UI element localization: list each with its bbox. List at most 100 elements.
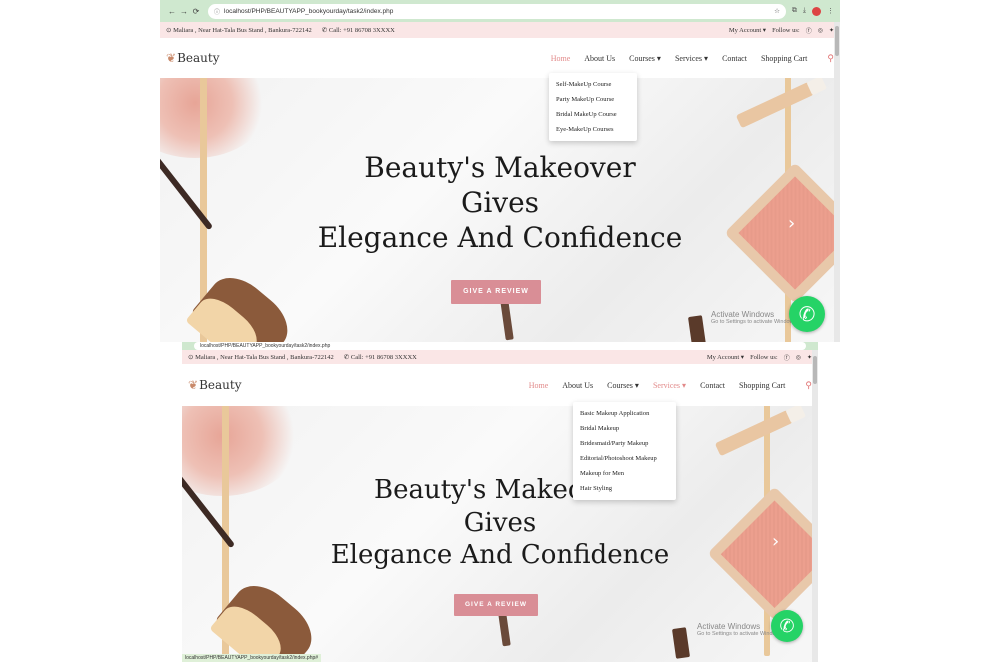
page-scrollbar[interactable] — [812, 350, 818, 662]
dropdown-item[interactable]: Editorial/Photoshoot Makeup — [573, 451, 676, 466]
back-icon[interactable]: ← — [166, 7, 178, 16]
activate-windows-watermark: Activate Windows Go to Settings to activ… — [711, 310, 798, 325]
map-pin-icon: ⊙ — [166, 27, 172, 34]
phone-icon: ✆ — [343, 354, 350, 361]
map-pin-icon: ⊙ — [188, 354, 194, 361]
nav-services[interactable]: Services ▾ — [653, 381, 686, 390]
courses-dropdown: Self-MakeUp Course Party MakeUp Course B… — [549, 73, 637, 141]
my-account-dropdown[interactable]: My Account ▾ — [707, 353, 744, 361]
address-info: ⊙ Maliara , Near Hat-Tala Bus Stand , Ba… — [188, 353, 334, 361]
dropdown-item[interactable]: Hair Styling — [573, 481, 676, 496]
reload-icon[interactable]: ⟳ — [190, 7, 202, 16]
activate-sub: Go to Settings to activate Windows. — [697, 631, 784, 637]
screenshot-courses-dropdown: ← → ⟳ ⓘ localhost/PHP/BEAUTYAPP_bookyour… — [160, 0, 840, 342]
browser-toolbar-partial: localhost/PHP/BEAUTYAPP_bookyourday/task… — [182, 342, 818, 350]
hero-line-1: Beauty's Makeover — [364, 151, 636, 184]
whatsapp-icon[interactable]: ✆ — [789, 296, 825, 332]
scrollbar-thumb[interactable] — [835, 26, 839, 56]
nav-home[interactable]: Home — [551, 54, 571, 63]
nav-home[interactable]: Home — [529, 381, 549, 390]
follow-label: Follow us: — [750, 353, 778, 361]
dropdown-item[interactable]: Basic Makeup Application — [573, 406, 676, 421]
phone-icon: ✆ — [321, 27, 328, 34]
nav-menu: Home About Us Courses ▾ Services ▾ Conta… — [529, 380, 812, 391]
scrollbar-thumb[interactable] — [813, 356, 817, 384]
bookmark-star-icon[interactable]: ☆ — [774, 7, 780, 15]
lipstick-tube-decor — [735, 78, 827, 129]
dropdown-item[interactable]: Bridal MakeUp Course — [549, 107, 637, 122]
instagram-icon[interactable]: ◎ — [796, 354, 801, 361]
page-scrollbar[interactable] — [834, 22, 840, 342]
address-bar[interactable]: localhost/PHP/BEAUTYAPP_bookyourday/task… — [194, 342, 806, 350]
instagram-icon[interactable]: ◎ — [818, 27, 823, 34]
follow-label: Follow us: — [772, 26, 800, 34]
contact-topbar: ⊙ Maliara , Near Hat-Tala Bus Stand , Ba… — [182, 350, 818, 364]
glitter-decor — [160, 78, 270, 158]
download-icon[interactable]: ⤓ — [803, 7, 806, 15]
kohl-decor — [687, 315, 707, 342]
address-text: Maliara , Near Hat-Tala Bus Stand , Bank… — [173, 27, 312, 34]
give-review-button[interactable]: GIVE A REVIEW — [451, 280, 541, 304]
dropdown-item[interactable]: Bridesmaid/Party Makeup — [573, 436, 676, 451]
nav-about[interactable]: About Us — [562, 381, 593, 390]
hero-headline: Beauty's Makeover Gives Elegance And Con… — [160, 150, 840, 255]
extensions-icon[interactable]: ⧉ — [792, 7, 797, 15]
give-review-button[interactable]: GIVE A REVIEW — [454, 594, 538, 616]
nav-services[interactable]: Services ▾ — [675, 54, 708, 63]
chevron-right-icon[interactable]: › — [788, 213, 795, 234]
nav-contact[interactable]: Contact — [722, 54, 747, 63]
forward-icon[interactable]: → — [178, 7, 190, 16]
nav-about[interactable]: About Us — [584, 54, 615, 63]
url-text: localhost/PHP/BEAUTYAPP_bookyourday/task… — [200, 343, 331, 349]
nav-shopping-cart[interactable]: Shopping Cart — [739, 381, 785, 390]
profile-avatar[interactable] — [812, 6, 821, 16]
address-text: Maliara , Near Hat-Tala Bus Stand , Bank… — [195, 354, 334, 361]
search-icon[interactable]: ⚲ — [827, 53, 834, 64]
address-bar[interactable]: ⓘ localhost/PHP/BEAUTYAPP_bookyourday/ta… — [208, 3, 786, 19]
main-navbar: ❦ Beauty Home About Us Courses ▾ Service… — [182, 364, 818, 406]
phone-text: Call: +91 86708 3XXXX — [328, 27, 395, 34]
facebook-icon[interactable]: ⓕ — [784, 353, 790, 362]
url-text: localhost/PHP/BEAUTYAPP_bookyourday/task… — [224, 7, 394, 15]
my-account-dropdown[interactable]: My Account ▾ — [729, 26, 766, 34]
status-bar-url: localhost/PHP/BEAUTYAPP_bookyourday/task… — [182, 654, 322, 662]
menu-dots-icon[interactable]: ⋮ — [827, 7, 834, 15]
site-info-icon[interactable]: ⓘ — [214, 7, 220, 16]
logo-text: Beauty — [199, 378, 242, 392]
hero-banner: Beauty's Makeover Gives Elegance And Con… — [160, 78, 840, 342]
facebook-icon[interactable]: ⓕ — [806, 26, 812, 35]
leaf-logo-icon: ❦ — [188, 378, 199, 392]
dropdown-item[interactable]: Self-MakeUp Course — [549, 77, 637, 92]
dropdown-item[interactable]: Bridal Makeup — [573, 421, 676, 436]
nav-menu: Home About Us Courses ▾ Services ▾ Conta… — [551, 53, 834, 64]
hero-banner: Beauty's Makeover Gives Elegance And Con… — [182, 406, 818, 662]
search-icon[interactable]: ⚲ — [805, 380, 812, 391]
nav-shopping-cart[interactable]: Shopping Cart — [761, 54, 807, 63]
kohl-decor — [671, 627, 691, 659]
phone-text: Call: +91 86708 3XXXX — [350, 354, 417, 361]
dropdown-item[interactable]: Party MakeUp Course — [549, 92, 637, 107]
whatsapp-icon[interactable]: ✆ — [771, 610, 803, 642]
chevron-right-icon[interactable]: › — [772, 531, 779, 552]
address-info: ⊙ Maliara , Near Hat-Tala Bus Stand , Ba… — [166, 26, 312, 34]
hero-line-3: Elegance And Confidence — [317, 221, 683, 254]
leaf-logo-icon: ❦ — [166, 51, 177, 65]
dropdown-item[interactable]: Eye-MakeUp Courses — [549, 122, 637, 137]
pencil-decor — [500, 299, 514, 341]
lipstick-tube-decor — [714, 406, 806, 457]
nav-courses[interactable]: Courses ▾ — [629, 54, 661, 63]
main-navbar: ❦ Beauty Home About Us Courses ▾ Service… — [160, 38, 840, 78]
site-logo[interactable]: ❦ Beauty — [166, 51, 551, 65]
dropdown-item[interactable]: Makeup for Men — [573, 466, 676, 481]
hero-line-2: Gives — [460, 186, 540, 219]
activate-title: Activate Windows — [711, 310, 775, 319]
nav-courses[interactable]: Courses ▾ — [607, 381, 639, 390]
screenshot-services-dropdown: localhost/PHP/BEAUTYAPP_bookyourday/task… — [182, 342, 818, 662]
nav-contact[interactable]: Contact — [700, 381, 725, 390]
hero-line-2: Gives — [463, 507, 537, 538]
browser-toolbar: ← → ⟳ ⓘ localhost/PHP/BEAUTYAPP_bookyour… — [160, 0, 840, 22]
phone-info: ✆ Call: +91 86708 3XXXX — [344, 353, 417, 361]
hero-headline: Beauty's Makeover Gives Elegance And Con… — [182, 474, 818, 572]
site-logo[interactable]: ❦ Beauty — [188, 378, 529, 392]
activate-sub: Go to Settings to activate Windows. — [711, 319, 798, 325]
